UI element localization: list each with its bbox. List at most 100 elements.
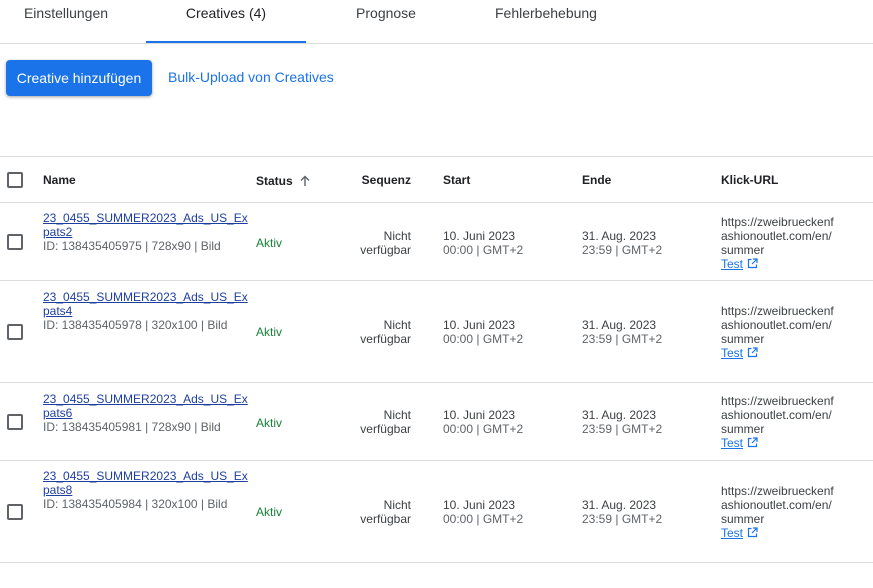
active-tab-indicator <box>146 41 306 43</box>
click-url-cell: https://zweibrueckenf ashionoutlet.com/e… <box>721 215 846 272</box>
click-url-cell: https://zweibrueckenf ashionoutlet.com/e… <box>721 394 846 451</box>
test-link[interactable]: Test <box>721 436 743 450</box>
end-date: 31. Aug. 2023 <box>582 229 657 243</box>
sequence-line: verfügbar <box>360 243 411 257</box>
sequence-line: verfügbar <box>360 332 411 346</box>
bulk-upload-link[interactable]: Bulk-Upload von Creatives <box>168 69 334 85</box>
tab-einstellungen[interactable]: Einstellungen <box>0 0 132 30</box>
creative-name-link[interactable]: 23_0455_SUMMER2023_Ads_US_Ex pats8 <box>43 469 248 497</box>
creative-name-line: 23_0455_SUMMER2023_Ads_US_Ex <box>43 211 248 225</box>
creative-meta: ID: 138435405984 | 320x100 | Bild <box>43 497 228 511</box>
row-checkbox[interactable] <box>7 323 23 340</box>
tab-prognose[interactable]: Prognose <box>326 0 446 30</box>
click-url-cell: https://zweibrueckenf ashionoutlet.com/e… <box>721 304 846 361</box>
click-url-line: https://zweibrueckenf <box>721 304 834 318</box>
creative-name-line: pats4 <box>43 304 73 318</box>
click-url-line: summer <box>721 332 765 346</box>
click-url-cell: https://zweibrueckenf ashionoutlet.com/e… <box>721 484 846 541</box>
test-link[interactable]: Test <box>721 526 743 540</box>
table-row: 23_0455_SUMMER2023_Ads_US_Ex pats6 ID: 1… <box>0 383 873 461</box>
open-in-new-icon[interactable] <box>747 258 758 272</box>
sequence-line: verfügbar <box>360 512 411 526</box>
end-time: 23:59 | GMT+2 <box>582 512 663 526</box>
open-in-new-icon[interactable] <box>747 527 758 541</box>
end-time: 23:59 | GMT+2 <box>582 422 663 436</box>
creative-name-line: 23_0455_SUMMER2023_Ads_US_Ex <box>43 392 248 406</box>
header-status[interactable]: Status <box>256 174 311 190</box>
start-date: 10. Juni 2023 <box>443 229 516 243</box>
click-url-line: summer <box>721 512 765 526</box>
tab-bar: Einstellungen Creatives (4) Prognose Feh… <box>0 0 873 44</box>
header-status-label: Status <box>256 174 293 188</box>
start-time: 00:00 | GMT+2 <box>443 422 524 436</box>
start-date: 10. Juni 2023 <box>443 498 516 512</box>
table-row: 23_0455_SUMMER2023_Ads_US_Ex pats2 ID: 1… <box>0 203 873 281</box>
header-click-url: Klick-URL <box>721 173 779 187</box>
creative-name-line: 23_0455_SUMMER2023_Ads_US_Ex <box>43 469 248 483</box>
header-sequence: Sequenz <box>361 173 411 187</box>
arrow-up-icon <box>299 175 311 190</box>
end-cell: 31. Aug. 2023 23:59 | GMT+2 <box>582 498 662 526</box>
header-name[interactable]: Name <box>43 173 76 187</box>
click-url-line: https://zweibrueckenf <box>721 484 834 498</box>
creative-name-link[interactable]: 23_0455_SUMMER2023_Ads_US_Ex pats4 <box>43 290 248 318</box>
end-date: 31. Aug. 2023 <box>582 318 657 332</box>
click-url-line: ashionoutlet.com/en/ <box>721 408 832 422</box>
sequence-cell: Nicht verfügbar <box>330 318 411 346</box>
test-link[interactable]: Test <box>721 346 743 360</box>
creative-name-line: pats6 <box>43 406 73 420</box>
end-cell: 31. Aug. 2023 23:59 | GMT+2 <box>582 229 662 257</box>
start-date: 10. Juni 2023 <box>443 318 516 332</box>
table-row: 23_0455_SUMMER2023_Ads_US_Ex pats4 ID: 1… <box>0 281 873 383</box>
row-checkbox[interactable] <box>7 413 23 430</box>
sequence-line: Nicht <box>383 498 411 512</box>
open-in-new-icon[interactable] <box>747 347 758 361</box>
start-time: 00:00 | GMT+2 <box>443 512 524 526</box>
start-date: 10. Juni 2023 <box>443 408 516 422</box>
tab-fehlerbehebung[interactable]: Fehlerbehebung <box>472 0 620 30</box>
creative-name-line: pats8 <box>43 483 73 497</box>
sequence-line: verfügbar <box>360 422 411 436</box>
sequence-line: Nicht <box>383 408 411 422</box>
row-checkbox[interactable] <box>7 503 23 520</box>
test-link[interactable]: Test <box>721 257 743 271</box>
click-url-line: ashionoutlet.com/en/ <box>721 318 832 332</box>
click-url-line: ashionoutlet.com/en/ <box>721 498 832 512</box>
creatives-table: Name Status Sequenz Start Ende Klick-URL… <box>0 156 873 563</box>
creative-name-link[interactable]: 23_0455_SUMMER2023_Ads_US_Ex pats6 <box>43 392 248 420</box>
click-url-line: summer <box>721 243 765 257</box>
end-cell: 31. Aug. 2023 23:59 | GMT+2 <box>582 408 662 436</box>
status-text: Aktiv <box>256 236 283 250</box>
start-time: 00:00 | GMT+2 <box>443 243 524 257</box>
table-header: Name Status Sequenz Start Ende Klick-URL <box>0 157 873 203</box>
status-text: Aktiv <box>256 325 283 339</box>
start-cell: 10. Juni 2023 00:00 | GMT+2 <box>443 318 523 346</box>
row-checkbox[interactable] <box>7 233 23 250</box>
end-date: 31. Aug. 2023 <box>582 498 657 512</box>
creative-meta: ID: 138435405978 | 320x100 | Bild <box>43 318 228 332</box>
creative-name-line: 23_0455_SUMMER2023_Ads_US_Ex <box>43 290 248 304</box>
creative-name-line: pats2 <box>43 225 73 239</box>
end-cell: 31. Aug. 2023 23:59 | GMT+2 <box>582 318 662 346</box>
start-cell: 10. Juni 2023 00:00 | GMT+2 <box>443 229 523 257</box>
add-creative-button[interactable]: Creative hinzufügen <box>6 60 152 96</box>
end-date: 31. Aug. 2023 <box>582 408 657 422</box>
creative-meta: ID: 138435405981 | 728x90 | Bild <box>43 420 221 434</box>
status-text: Aktiv <box>256 416 283 430</box>
click-url-line: https://zweibrueckenf <box>721 215 834 229</box>
creative-meta: ID: 138435405975 | 728x90 | Bild <box>43 239 221 253</box>
sequence-cell: Nicht verfügbar <box>330 498 411 526</box>
tab-creatives[interactable]: Creatives (4) <box>146 0 306 30</box>
header-start: Start <box>443 173 471 187</box>
start-time: 00:00 | GMT+2 <box>443 332 524 346</box>
start-cell: 10. Juni 2023 00:00 | GMT+2 <box>443 408 523 436</box>
sequence-line: Nicht <box>383 229 411 243</box>
open-in-new-icon[interactable] <box>747 437 758 451</box>
sequence-line: Nicht <box>383 318 411 332</box>
status-text: Aktiv <box>256 505 283 519</box>
creative-name-link[interactable]: 23_0455_SUMMER2023_Ads_US_Ex pats2 <box>43 211 248 239</box>
click-url-line: ashionoutlet.com/en/ <box>721 229 832 243</box>
table-row: 23_0455_SUMMER2023_Ads_US_Ex pats8 ID: 1… <box>0 461 873 563</box>
select-all-checkbox[interactable] <box>7 172 23 188</box>
start-cell: 10. Juni 2023 00:00 | GMT+2 <box>443 498 523 526</box>
